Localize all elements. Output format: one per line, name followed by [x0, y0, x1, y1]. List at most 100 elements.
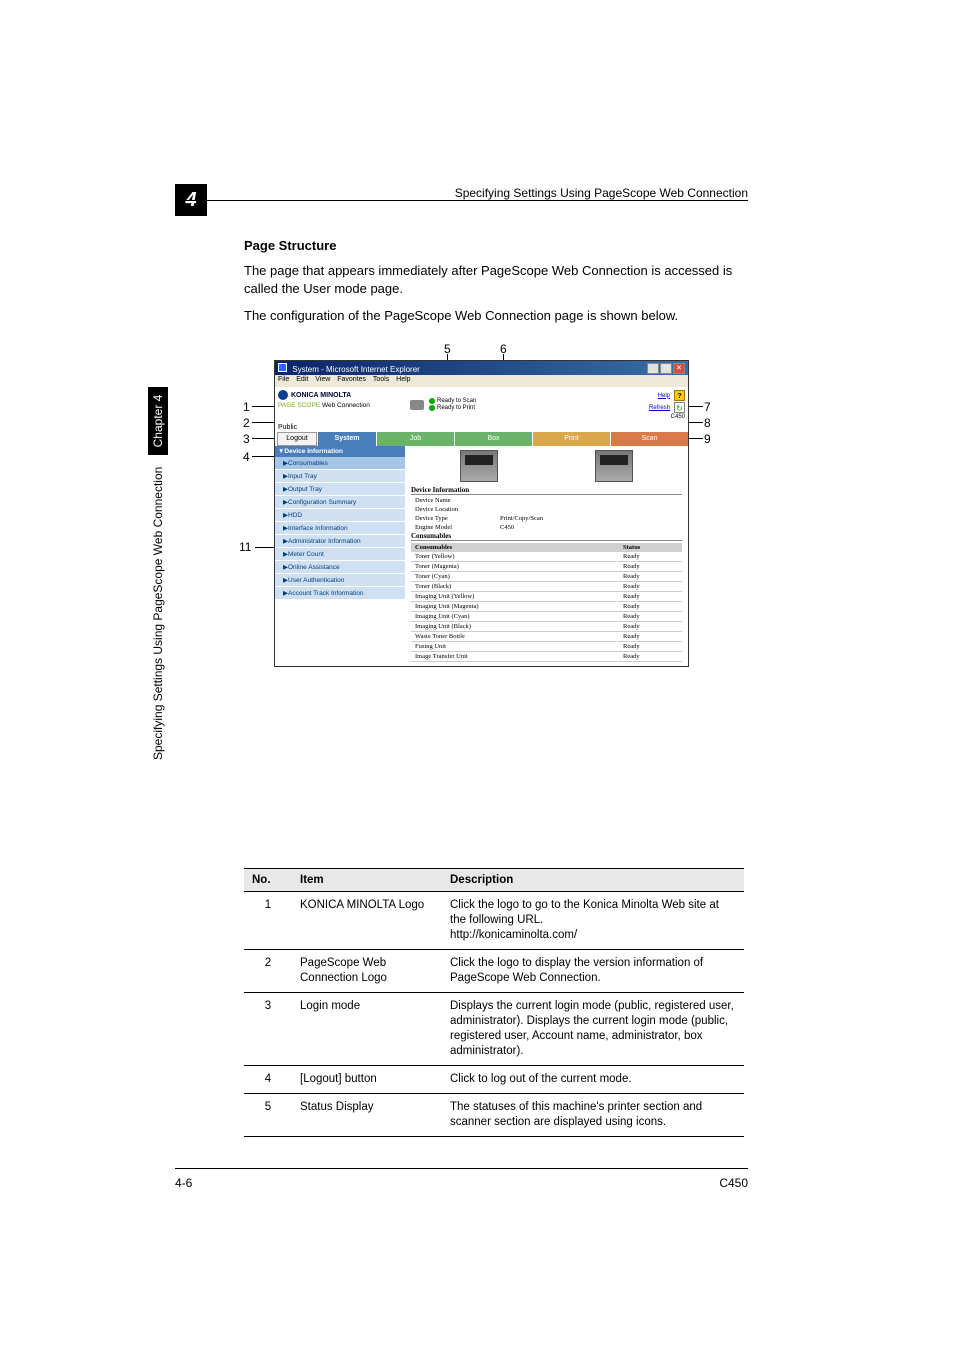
tab-print[interactable]: Print	[533, 432, 610, 446]
logout-button[interactable]: Logout	[277, 432, 317, 446]
consumable-name: Toner (Cyan)	[415, 573, 623, 580]
cell-desc: Displays the current login mode (public,…	[442, 993, 744, 1066]
consumable-name: Image Transfer Unit	[415, 653, 623, 660]
minimize-button[interactable]: _	[647, 363, 659, 374]
cell-item: [Logout] button	[292, 1066, 442, 1094]
konica-minolta-logo-text[interactable]: KONICA MINOLTA	[291, 392, 351, 399]
cell-desc: The statuses of this machine's printer s…	[442, 1094, 744, 1137]
margin-caption: Specifying Settings Using PageScope Web …	[148, 387, 168, 760]
cell-no: 4	[244, 1066, 292, 1094]
refresh-link[interactable]: Refresh	[649, 405, 670, 411]
browser-window: System - Microsoft Internet Explorer _ □…	[274, 360, 689, 667]
consumable-row: Fusing UnitReady	[411, 642, 682, 652]
paragraph-1: The page that appears immediately after …	[244, 262, 744, 298]
cell-item: Status Display	[292, 1094, 442, 1137]
consumable-name: Waste Toner Bottle	[415, 633, 623, 640]
pagescope-logo[interactable]: PAGE SCOPE Web Connection	[278, 402, 404, 409]
maximize-button[interactable]: □	[660, 363, 672, 374]
tab-box[interactable]: Box	[455, 432, 532, 446]
dev-k: Engine Model	[415, 524, 500, 531]
header-title: Specifying Settings Using PageScope Web …	[455, 186, 748, 200]
close-button[interactable]: ✕	[673, 363, 685, 374]
consumables-heading: Consumables	[411, 532, 682, 541]
scan-status-dot	[429, 398, 435, 404]
sidebar-item-account-track[interactable]: ▶Account Track Information	[275, 587, 405, 600]
callout-8: 8	[704, 416, 711, 430]
menu-view[interactable]: View	[315, 376, 330, 383]
cons-th-status: Status	[623, 544, 678, 551]
help-icon[interactable]: ?	[674, 390, 685, 401]
sidebar-item-admin-info[interactable]: ▶Administrator Information	[275, 535, 405, 548]
consumable-status: Ready	[623, 613, 678, 620]
menu-favorites[interactable]: Favorites	[337, 376, 366, 383]
window-title: System - Microsoft Internet Explorer	[292, 365, 420, 374]
consumable-row: Toner (Yellow)Ready	[411, 552, 682, 562]
sidebar-item-input-tray[interactable]: ▶Input Tray	[275, 470, 405, 483]
consumable-row: Imaging Unit (Magenta)Ready	[411, 602, 682, 612]
ie-icon	[278, 363, 287, 372]
menu-help[interactable]: Help	[396, 376, 410, 383]
consumable-status: Ready	[623, 593, 678, 600]
page-number: 4-6	[175, 1176, 192, 1190]
sidebar-item-output-tray[interactable]: ▶Output Tray	[275, 483, 405, 496]
table-row: 1KONICA MINOLTA LogoClick the logo to go…	[244, 892, 744, 950]
consumable-status: Ready	[623, 553, 678, 560]
menu-file[interactable]: File	[278, 376, 289, 383]
header-rule	[175, 200, 748, 201]
cons-th-item: Consumables	[415, 544, 623, 551]
consumable-status: Ready	[623, 603, 678, 610]
tab-job[interactable]: Job	[377, 432, 454, 446]
printer-status-icon	[408, 398, 426, 413]
table-row: 4[Logout] buttonClick to log out of the …	[244, 1066, 744, 1094]
login-mode-label: Public	[275, 423, 688, 432]
sidebar-item-config-summary[interactable]: ▶Configuration Summary	[275, 496, 405, 509]
help-link[interactable]: Help	[658, 393, 670, 399]
sidebar-item-meter-count[interactable]: ▶Meter Count	[275, 548, 405, 561]
dev-k: Device Type	[415, 515, 500, 522]
browser-menubar[interactable]: File Edit View Favorites Tools Help	[275, 375, 688, 387]
cell-desc: Click to log out of the current mode.	[442, 1066, 744, 1094]
callout-line	[252, 438, 274, 439]
sidebar-item-user-auth[interactable]: ▶User Authentication	[275, 574, 405, 587]
sidebar-item-consumables[interactable]: ▶Consumables	[275, 457, 405, 470]
menu-tools[interactable]: Tools	[373, 376, 389, 383]
konica-minolta-logo-icon[interactable]	[278, 390, 288, 400]
consumable-status: Ready	[623, 583, 678, 590]
refresh-icon[interactable]: ↻	[674, 402, 685, 413]
callout-line	[252, 456, 274, 457]
section-heading: Page Structure	[244, 238, 336, 253]
table-row: 5Status DisplayThe statuses of this mach…	[244, 1094, 744, 1137]
sidebar-item-interface-info[interactable]: ▶Interface Information	[275, 522, 405, 535]
callout-line	[252, 406, 274, 407]
table-row: 3Login modeDisplays the current login mo…	[244, 993, 744, 1066]
consumable-row: Image Transfer UnitReady	[411, 652, 682, 662]
paragraph-2: The configuration of the PageScope Web C…	[244, 307, 744, 325]
sidebar-item-hdd[interactable]: ▶HDD	[275, 509, 405, 522]
consumable-status: Ready	[623, 653, 678, 660]
consumable-name: Imaging Unit (Cyan)	[415, 613, 623, 620]
dev-v: C450	[500, 524, 514, 531]
consumable-row: Toner (Magenta)Ready	[411, 562, 682, 572]
description-table: No. Item Description 1KONICA MINOLTA Log…	[244, 868, 744, 1137]
tab-scan[interactable]: Scan	[611, 432, 688, 446]
cell-no: 1	[244, 892, 292, 950]
ready-to-print-label: Ready to Print	[437, 405, 475, 411]
cell-no: 2	[244, 950, 292, 993]
pws-header: KONICA MINOLTA PAGE SCOPE Web Connection…	[275, 387, 688, 423]
th-desc: Description	[442, 869, 744, 892]
menu-edit[interactable]: Edit	[296, 376, 308, 383]
device-info-heading: Device Information	[411, 486, 682, 495]
dev-k: Device Name	[415, 497, 500, 504]
sidebar: ▼Device Information ▶Consumables ▶Input …	[275, 446, 405, 666]
consumable-status: Ready	[623, 563, 678, 570]
tab-system[interactable]: System	[318, 432, 376, 446]
consumable-name: Imaging Unit (Magenta)	[415, 603, 623, 610]
sidebar-item-online-assist[interactable]: ▶Online Assistance	[275, 561, 405, 574]
consumable-row: Imaging Unit (Cyan)Ready	[411, 612, 682, 622]
cell-desc: Click the logo to display the version in…	[442, 950, 744, 993]
sidebar-header[interactable]: ▼Device Information	[275, 446, 405, 457]
table-row: 2PageScope Web Connection LogoClick the …	[244, 950, 744, 993]
detail-pane: Device Information Device Name Device Lo…	[405, 446, 688, 666]
cell-no: 3	[244, 993, 292, 1066]
callout-3: 3	[243, 432, 250, 446]
